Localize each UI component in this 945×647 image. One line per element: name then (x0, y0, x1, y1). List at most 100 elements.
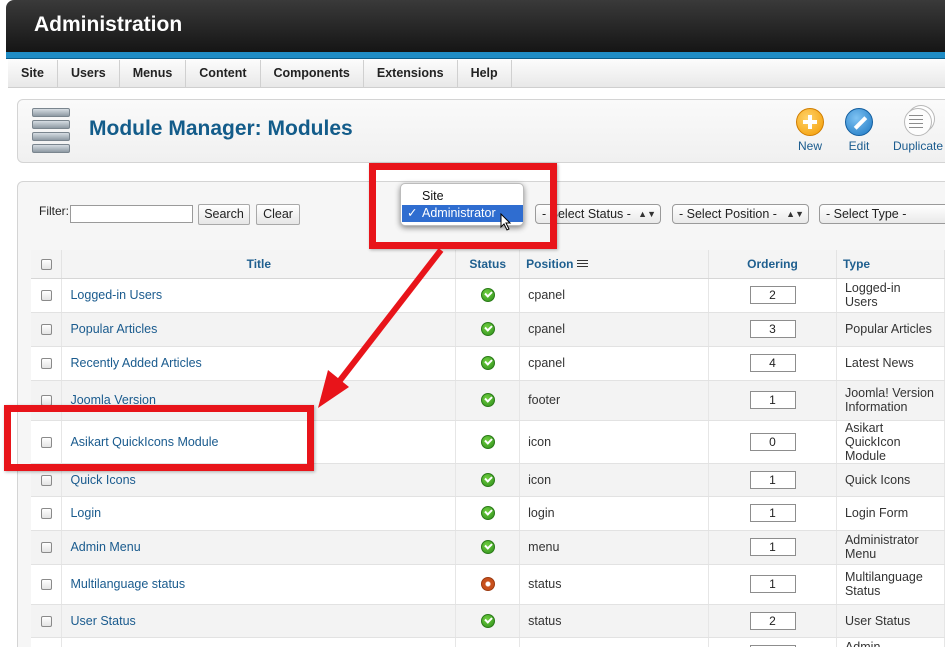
row-status-cell (455, 463, 521, 497)
menu-item-components[interactable]: Components (261, 60, 364, 88)
row-checkbox[interactable] (40, 358, 52, 370)
row-type: Popular Articles (836, 312, 945, 347)
published-check-icon[interactable] (480, 393, 495, 408)
column-header-status[interactable]: Status (455, 250, 521, 279)
menu-item-menus[interactable]: Menus (120, 60, 187, 88)
module-title-link[interactable]: Popular Articles (70, 322, 157, 336)
published-check-icon[interactable] (480, 540, 495, 555)
column-header-type[interactable]: Type (836, 250, 945, 279)
row-ordering-cell: 1 (708, 564, 837, 605)
column-header-ordering[interactable]: Ordering (708, 250, 837, 279)
clear-button[interactable]: Clear (256, 204, 300, 225)
ordering-input[interactable]: 1 (749, 504, 796, 522)
page-title: Module Manager: Modules (89, 117, 353, 140)
module-title-link[interactable]: Login (70, 506, 101, 520)
sort-icon (576, 260, 588, 270)
ordering-input[interactable]: 2 (749, 286, 796, 304)
published-check-icon[interactable] (480, 506, 495, 521)
duplicate-button[interactable]: Duplicate (888, 108, 945, 153)
select-all-checkbox[interactable] (40, 259, 52, 271)
admin-title: Administration (34, 13, 183, 36)
published-check-icon[interactable] (480, 613, 495, 628)
module-title-link[interactable]: Admin Menu (70, 540, 140, 554)
row-checkbox-cell (31, 564, 63, 605)
menu-item-users[interactable]: Users (58, 60, 120, 88)
row-status-cell (455, 564, 521, 605)
row-position: icon (519, 463, 710, 497)
row-type: Asikart QuickIcon Module (836, 420, 945, 464)
row-status-cell (455, 420, 521, 464)
ordering-input[interactable]: 1 (749, 538, 796, 556)
row-type: User Status (836, 604, 945, 638)
position-select-value: - Select Position - (679, 207, 777, 221)
row-position: submenu (519, 637, 710, 647)
row-checkbox[interactable] (40, 290, 52, 302)
position-select[interactable]: - Select Position - ▲▼ (672, 204, 809, 224)
column-header-position[interactable]: Position (519, 250, 710, 279)
row-status-cell (455, 278, 521, 313)
row-status-cell (455, 346, 521, 381)
row-status-cell (455, 312, 521, 347)
menu-item-extensions[interactable]: Extensions (364, 60, 458, 88)
published-check-icon[interactable] (480, 356, 495, 371)
published-check-icon[interactable] (480, 434, 495, 449)
row-status-cell (455, 380, 521, 421)
row-checkbox[interactable] (40, 615, 52, 627)
published-check-icon[interactable] (480, 288, 495, 303)
menu-item-content[interactable]: Content (186, 60, 261, 88)
row-checkbox[interactable] (40, 474, 52, 486)
row-ordering-cell: 2 (708, 604, 837, 638)
published-check-icon[interactable] (480, 472, 495, 487)
table-row: Popular Articles cpanel 3 Popular Articles (31, 312, 945, 347)
edit-button[interactable]: Edit (829, 108, 889, 153)
row-status-cell (455, 637, 521, 647)
row-ordering-cell: 3 (708, 312, 837, 347)
row-type: Multilanguage Status (836, 564, 945, 605)
type-select[interactable]: - Select Type - (819, 204, 945, 224)
module-title-link[interactable]: Multilanguage status (70, 577, 185, 591)
module-title-link[interactable]: Quick Icons (70, 473, 135, 487)
ordering-input[interactable]: 1 (749, 391, 796, 409)
row-title-cell: Popular Articles (61, 312, 457, 347)
table-row: Recently Added Articles cpanel 4 Latest New… (31, 346, 945, 381)
row-title-cell: Login (61, 496, 457, 531)
ordering-input[interactable]: 0 (749, 432, 796, 451)
row-ordering-cell: 0 (708, 420, 837, 464)
updown-arrow-icon: ▲▼ (638, 209, 656, 219)
ordering-input[interactable]: 3 (749, 320, 796, 338)
pencil-icon (845, 108, 873, 136)
ordering-input[interactable]: 1 (749, 575, 796, 593)
toolbar: Module Manager: Modules New Edit Duplica… (17, 99, 945, 163)
published-check-icon[interactable] (480, 322, 495, 337)
row-ordering-cell: 1 (708, 530, 837, 565)
plus-icon (796, 108, 824, 136)
row-title-cell: User Status (61, 604, 457, 638)
module-title-link[interactable]: User Status (70, 614, 135, 628)
annotation-box-dropdown (369, 163, 557, 249)
table-row: Logged-in Users cpanel 2 Logged-in Users (31, 278, 945, 313)
unpublished-icon[interactable] (480, 577, 495, 592)
filter-input[interactable] (70, 205, 193, 223)
module-title-link[interactable]: Recently Added Articles (70, 356, 201, 370)
admin-header: Administration (6, 0, 945, 52)
row-checkbox[interactable] (40, 324, 52, 336)
row-position: login (519, 496, 710, 531)
search-button[interactable]: Search (198, 204, 250, 225)
row-checkbox[interactable] (40, 579, 52, 591)
row-type: Quick Icons (836, 463, 945, 497)
column-header-title[interactable]: Title (61, 250, 457, 279)
ordering-input[interactable]: 4 (749, 354, 796, 372)
row-title-cell: Logged-in Users (61, 278, 457, 313)
menu-item-help[interactable]: Help (458, 60, 512, 88)
menu-item-site[interactable]: Site (8, 60, 58, 88)
row-checkbox-cell (31, 346, 63, 381)
row-checkbox[interactable] (40, 542, 52, 554)
row-checkbox[interactable] (40, 508, 52, 520)
ordering-input[interactable]: 2 (749, 611, 796, 630)
ordering-input[interactable]: 1 (749, 470, 796, 489)
edit-button-label: Edit (848, 139, 870, 153)
module-title-link[interactable]: Logged-in Users (70, 288, 162, 302)
row-type: Admin Submenu (836, 637, 945, 647)
main-menu: Site Users Menus Content Components Exte… (8, 60, 945, 88)
filter-label: Filter: (39, 204, 69, 218)
